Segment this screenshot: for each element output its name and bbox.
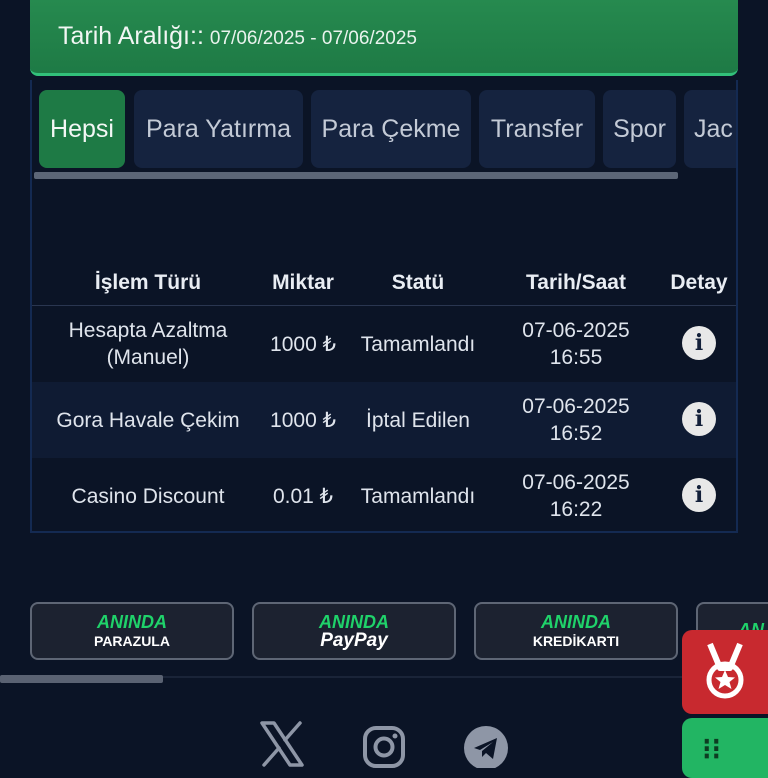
column-header-amount: Miktar	[272, 271, 334, 294]
banner-aninda-paypay[interactable]: ANINDA PayPay	[252, 602, 456, 660]
cell-datetime: 07-06-2025 16:55	[522, 319, 630, 369]
cell-status: Tamamlandı	[360, 332, 476, 356]
cell-datetime: 07-06-2025 16:22	[522, 471, 630, 521]
date-range-value: 07/06/2025 - 07/06/2025	[209, 27, 417, 49]
filter-tabs: Hepsi Para Yatırma Para Çekme Transfer S…	[38, 90, 736, 170]
banner-title: ANINDA	[319, 612, 389, 632]
support-button[interactable]: ⁝⁝	[682, 718, 768, 778]
table-row: Gora Havale Çekim 1000 ₺ İptal Edilen 07…	[32, 382, 736, 458]
table-row: Casino Discount 0.01 ₺ Tamamlandı 07-06-…	[32, 458, 736, 531]
banners-scroll-thumb[interactable]	[0, 675, 163, 683]
medal-icon	[706, 642, 744, 699]
tabs-scrollbar[interactable]	[34, 172, 678, 179]
date-range-label: Tarih Aralığı::	[58, 22, 204, 50]
tab-para-cekme[interactable]: Para Çekme	[311, 90, 471, 168]
cell-amount: 0.01 ₺	[272, 484, 334, 508]
date-range-header[interactable]: Tarih Aralığı:: 07/06/2025 - 07/06/2025	[30, 0, 738, 76]
banner-title: ANINDA	[541, 612, 611, 632]
cell-type: Casino Discount	[71, 484, 225, 508]
tab-spor[interactable]: Spor	[603, 90, 676, 168]
banner-aninda-kredikarti[interactable]: ANINDA KREDİKARTI	[474, 602, 678, 660]
cell-amount: 1000 ₺	[270, 408, 336, 432]
banner-aninda-parazula[interactable]: ANINDA PARAZULA	[30, 602, 234, 660]
chat-icon: ⁝⁝	[702, 733, 722, 766]
tab-hepsi[interactable]: Hepsi	[39, 90, 125, 168]
info-icon[interactable]: i	[682, 326, 716, 360]
column-header-type: İşlem Türü	[94, 271, 202, 294]
column-header-detail: Detay	[670, 271, 728, 294]
tab-jackpot[interactable]: Jac	[684, 90, 736, 168]
cell-type: Gora Havale Çekim	[56, 408, 240, 432]
cell-status: Tamamlandı	[360, 484, 476, 508]
info-icon[interactable]: i	[682, 478, 716, 512]
banner-title: ANINDA	[97, 612, 167, 632]
social-links	[0, 720, 768, 770]
banner-subtitle: PARAZULA	[94, 633, 170, 649]
cell-status: İptal Edilen	[366, 408, 470, 432]
payment-banners: ANINDA PARAZULA ANINDA PayPay ANINDA KRE…	[0, 602, 768, 662]
tab-transfer[interactable]: Transfer	[479, 90, 595, 168]
cell-amount: 1000 ₺	[270, 332, 336, 356]
banner-subtitle: KREDİKARTI	[532, 633, 620, 649]
instagram-icon[interactable]	[360, 720, 408, 768]
tab-para-yatirma[interactable]: Para Yatırma	[134, 90, 303, 168]
table-header: İşlem Türü Miktar Statü Tarih/Saat Detay	[32, 260, 736, 306]
cell-type: Hesapta Azaltma (Manuel)	[68, 319, 228, 369]
column-header-datetime: Tarih/Saat	[526, 271, 626, 294]
cell-datetime: 07-06-2025 16:52	[522, 395, 630, 445]
rewards-button[interactable]	[682, 630, 768, 714]
transactions-panel: Hepsi Para Yatırma Para Çekme Transfer S…	[30, 80, 738, 533]
banner-subtitle: PayPay	[320, 630, 388, 651]
telegram-icon[interactable]	[462, 720, 510, 770]
table-row: Hesapta Azaltma (Manuel) 1000 ₺ Tamamlan…	[32, 306, 736, 382]
info-icon[interactable]: i	[682, 402, 716, 436]
column-header-status: Statü	[391, 271, 445, 294]
x-icon[interactable]	[258, 720, 306, 768]
